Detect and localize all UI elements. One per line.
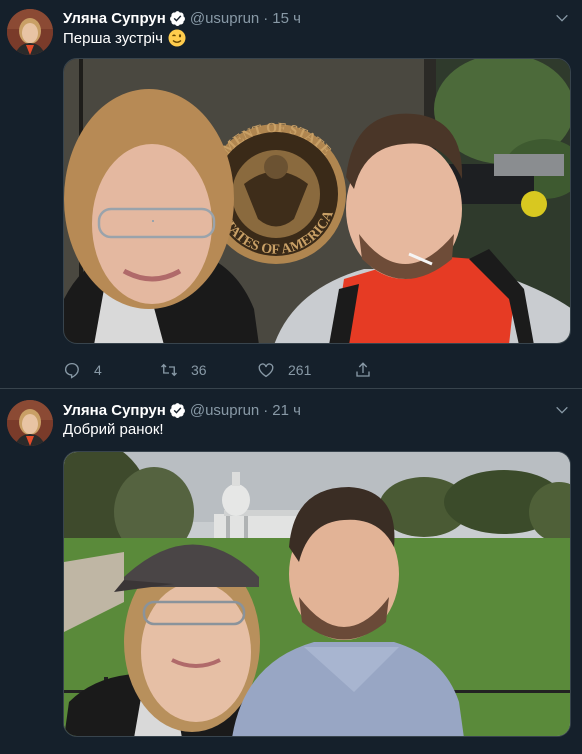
timestamp[interactable]: 21 ч bbox=[272, 402, 301, 419]
winking-face-icon bbox=[168, 29, 186, 47]
tweet[interactable]: Уляна Супрун @usuprun · 21 ч Добрий рано… bbox=[0, 390, 582, 754]
author-handle[interactable]: @usuprun bbox=[190, 10, 259, 27]
tweet-photo[interactable] bbox=[63, 451, 571, 737]
chevron-down-icon[interactable] bbox=[554, 402, 570, 418]
reply-icon bbox=[64, 362, 79, 379]
tweet-photo[interactable]: RTMENT OF STATE TATES OF AMERICA bbox=[63, 58, 571, 344]
avatar[interactable] bbox=[7, 400, 53, 446]
chevron-down-icon[interactable] bbox=[554, 10, 570, 26]
retweet-button[interactable]: 36 bbox=[160, 361, 257, 379]
separator-dot: · bbox=[263, 401, 269, 419]
tweet-text-content: Перша зустріч bbox=[63, 29, 163, 47]
author-name[interactable]: Уляна Супрун bbox=[63, 402, 166, 419]
reply-count: 4 bbox=[94, 362, 102, 378]
tweet-header: Уляна Супрун @usuprun · 21 ч bbox=[63, 400, 301, 420]
tweet-text-content: Добрий ранок! bbox=[63, 421, 164, 438]
like-count: 261 bbox=[288, 362, 312, 378]
reply-button[interactable]: 4 bbox=[63, 361, 160, 379]
timestamp[interactable]: 15 ч bbox=[272, 10, 301, 27]
like-icon bbox=[258, 363, 274, 378]
author-name[interactable]: Уляна Супрун bbox=[63, 10, 166, 27]
retweet-count: 36 bbox=[191, 362, 207, 378]
share-button[interactable] bbox=[354, 361, 385, 379]
tweet-text: Добрий ранок! bbox=[63, 421, 164, 438]
verified-badge-icon bbox=[169, 402, 186, 419]
like-button[interactable]: 261 bbox=[257, 361, 354, 379]
tweet-text: Перша зустріч bbox=[63, 29, 186, 47]
tweet-actions: 4 36 261 bbox=[63, 360, 385, 380]
separator-dot: · bbox=[263, 9, 269, 27]
author-handle[interactable]: @usuprun bbox=[190, 402, 259, 419]
share-icon bbox=[356, 362, 370, 377]
tweet-header: Уляна Супрун @usuprun · 15 ч bbox=[63, 8, 301, 28]
tweet[interactable]: Уляна Супрун @usuprun · 15 ч Перша зустр… bbox=[0, 0, 582, 389]
verified-badge-icon bbox=[169, 10, 186, 27]
retweet-icon bbox=[161, 363, 177, 377]
avatar[interactable] bbox=[7, 9, 53, 55]
